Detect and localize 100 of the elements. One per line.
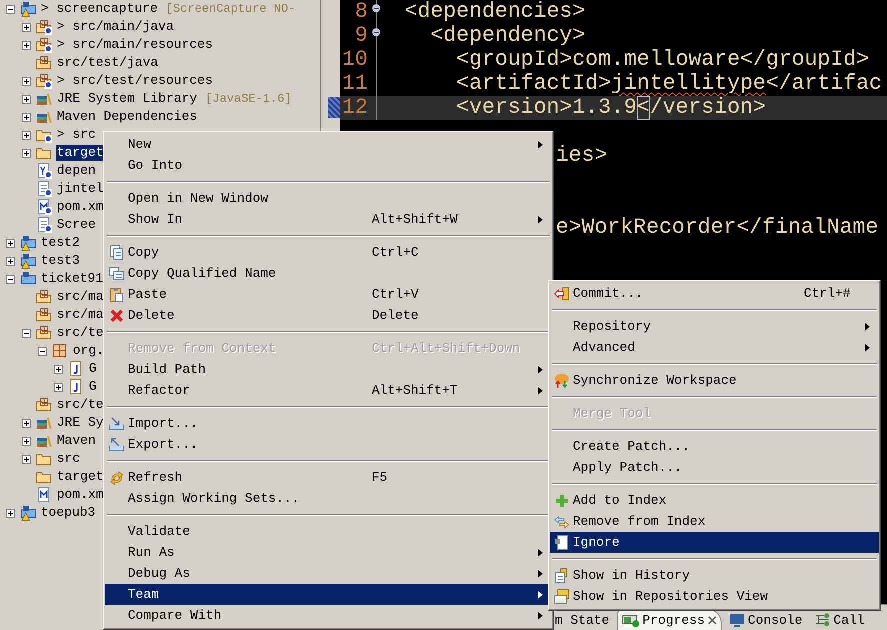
expand-icon[interactable] <box>22 148 30 158</box>
tree-item[interactable]: ticket91 <box>40 271 104 287</box>
tree-item[interactable]: toepub3 <box>40 505 97 521</box>
fold-icon[interactable] <box>372 28 381 37</box>
tree-item[interactable]: src/te <box>56 397 105 413</box>
menu-item[interactable]: Validate <box>105 521 552 542</box>
menu-item[interactable]: Debug As <box>105 563 552 584</box>
menu-item[interactable]: Apply Patch... <box>550 457 879 478</box>
tree-item[interactable]: > src/test/resources <box>56 73 214 89</box>
close-icon[interactable] <box>708 616 718 624</box>
menu-item[interactable]: Delete Delete <box>105 305 552 326</box>
repository-icon <box>554 588 570 604</box>
tree-item[interactable]: src/ma <box>56 289 105 305</box>
menu-item[interactable]: Export... <box>105 434 552 455</box>
menu-item[interactable]: Paste Ctrl+V <box>105 284 552 305</box>
tree-item[interactable]: test2 <box>40 235 82 251</box>
menu-item[interactable]: Commit... Ctrl+# <box>550 283 879 304</box>
menu-item[interactable]: Show in History <box>550 565 879 586</box>
export-icon <box>108 436 124 452</box>
menu-item[interactable]: New <box>105 134 552 155</box>
expand-icon[interactable] <box>22 40 30 50</box>
tree-item[interactable]: target <box>56 469 105 485</box>
overview-marker <box>328 97 340 118</box>
menu-item[interactable]: Build Path <box>105 359 552 380</box>
menu-item[interactable]: Copy Qualified Name <box>105 263 552 284</box>
tree-item[interactable]: test3 <box>40 253 82 269</box>
menu-item[interactable]: Import... <box>105 413 552 434</box>
submenu-arrow-icon <box>538 140 543 148</box>
menu-item[interactable]: Show in Repositories View <box>550 586 879 607</box>
collapse-icon[interactable] <box>6 4 14 14</box>
menu-item[interactable]: Synchronize Workspace <box>550 370 879 391</box>
menu-item[interactable]: Refactor Alt+Shift+T <box>105 380 552 401</box>
collapse-icon[interactable] <box>6 274 14 284</box>
tree-item[interactable]: > screencapture <box>40 1 160 17</box>
tree-item[interactable]: Maven Dependencies <box>56 109 198 125</box>
collapse-icon[interactable] <box>38 346 46 356</box>
menu-item[interactable]: Remove from Index <box>550 511 879 532</box>
tree-item[interactable]: src/ma <box>56 307 105 323</box>
tree-item[interactable]: jintel <box>56 181 105 197</box>
menu-item[interactable]: Show In Alt+Shift+W <box>105 209 552 230</box>
view-tab[interactable]: Console <box>724 609 808 630</box>
tree-item[interactable]: target <box>56 145 105 161</box>
tree-item[interactable]: G <box>88 379 98 395</box>
copy-name-icon <box>108 266 124 282</box>
refresh-icon <box>108 470 124 486</box>
submenu-arrow-icon <box>538 548 543 556</box>
expand-icon[interactable] <box>22 130 30 140</box>
expand-icon[interactable] <box>54 382 62 392</box>
menu-item[interactable]: Create Patch... <box>550 436 879 457</box>
fold-icon[interactable] <box>372 4 381 13</box>
tree-item[interactable]: JRE System Library <box>56 91 198 107</box>
code-line: <dependencies> <box>404 0 586 24</box>
menu-item[interactable]: Refresh F5 <box>105 467 552 488</box>
expand-icon[interactable] <box>54 364 62 374</box>
expand-icon[interactable] <box>22 454 30 464</box>
expand-icon[interactable] <box>22 436 30 446</box>
expand-icon[interactable] <box>22 418 30 428</box>
expand-icon[interactable] <box>6 256 14 266</box>
tree-item[interactable]: src/test/java <box>56 55 160 71</box>
menu-item[interactable]: Repository <box>550 316 879 337</box>
expand-icon[interactable] <box>22 76 30 86</box>
sync-icon <box>554 372 570 388</box>
menu-item[interactable]: Ignore <box>550 532 879 553</box>
tree-item[interactable]: pom.xm <box>56 199 105 215</box>
code-line: ies> <box>556 144 608 168</box>
menu-item[interactable]: Go Into <box>105 155 552 176</box>
submenu-arrow-icon <box>538 612 543 620</box>
collapse-icon[interactable] <box>22 328 30 338</box>
tree-item[interactable]: > src/main/java <box>56 19 176 35</box>
menu-item[interactable]: Advanced <box>550 337 879 358</box>
paste-icon <box>108 286 124 302</box>
tree-item[interactable]: src <box>56 451 82 467</box>
tree-item[interactable]: Scree <box>56 217 98 233</box>
expand-icon[interactable] <box>22 22 30 32</box>
expand-icon[interactable] <box>6 238 14 248</box>
menu-item[interactable]: Copy Ctrl+C <box>105 242 552 263</box>
tree-item[interactable]: JRE Sy <box>56 415 105 431</box>
expand-icon[interactable] <box>22 112 30 122</box>
menu-item[interactable]: Compare With <box>105 605 552 626</box>
tree-item[interactable]: G <box>88 361 98 377</box>
menu-item[interactable]: Open in New Window <box>105 188 552 209</box>
line-number: 10 <box>342 48 369 72</box>
plus-icon <box>554 492 570 508</box>
tree-item[interactable]: Maven <box>56 433 98 449</box>
tree-item[interactable]: org. <box>72 343 106 359</box>
tree-item[interactable]: src/te <box>56 325 105 341</box>
line-number: 11 <box>342 72 369 96</box>
tree-item[interactable]: > src/main/resources <box>56 37 214 53</box>
menu-item[interactable]: Assign Working Sets... <box>105 488 552 509</box>
view-tab[interactable]: Progress <box>616 609 722 630</box>
view-tab[interactable]: Call <box>810 609 870 630</box>
tree-item[interactable]: depen <box>56 163 98 179</box>
tree-item[interactable]: pom.xm <box>56 487 105 503</box>
menu-item[interactable]: Run As <box>105 542 552 563</box>
view-tab[interactable]: m State <box>550 609 615 630</box>
tree-item[interactable]: > src <box>56 127 98 143</box>
menu-item[interactable]: Add to Index <box>550 490 879 511</box>
expand-icon[interactable] <box>22 94 30 104</box>
tree-item-decoration: [ScreenCapture NO- <box>166 2 296 16</box>
expand-icon[interactable] <box>6 508 14 518</box>
